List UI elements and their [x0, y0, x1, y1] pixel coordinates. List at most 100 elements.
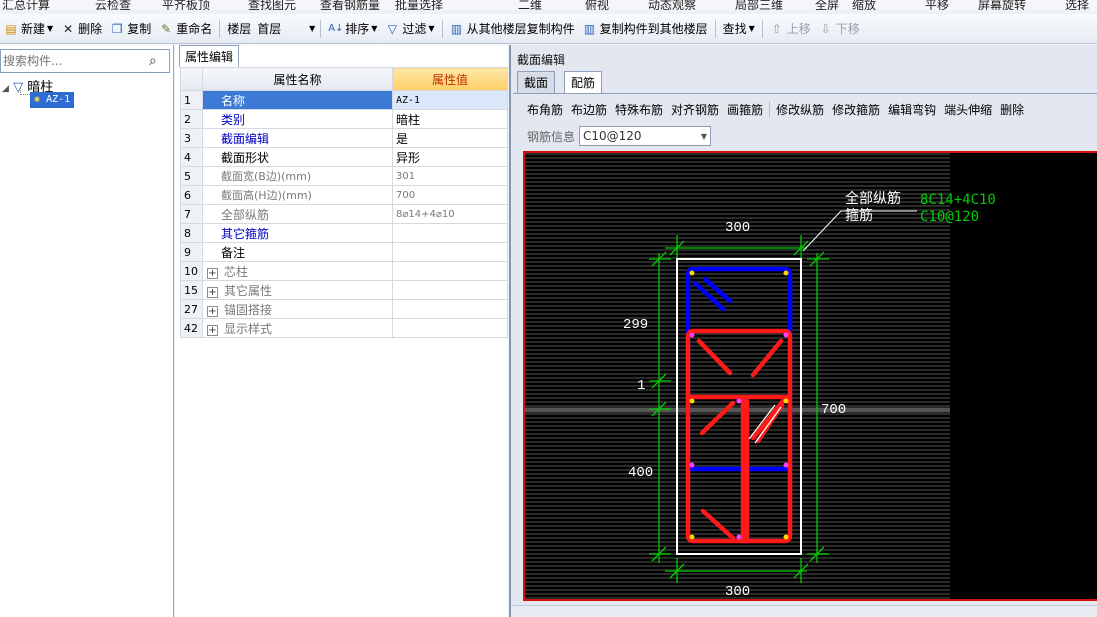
- property-value-input[interactable]: [392, 318, 508, 338]
- tab-rebar[interactable]: 配筋: [564, 71, 603, 93]
- local-3d-button[interactable]: 局部三维: [735, 0, 783, 10]
- modify-long-rebar-button[interactable]: 修改纵筋: [772, 101, 828, 118]
- sort-button[interactable]: A↓ 排序 ▼: [324, 18, 381, 40]
- arrow-down-icon: ⇩: [820, 21, 831, 36]
- batch-select-button[interactable]: 批量选择: [395, 0, 443, 10]
- rotate-button[interactable]: 屏幕旋转: [978, 0, 1026, 10]
- property-group[interactable]: + 显示样式: [202, 318, 393, 338]
- property-group[interactable]: + 芯柱: [202, 261, 393, 281]
- cloud-check-button[interactable]: 云检查: [95, 0, 131, 10]
- table-row[interactable]: 15 + 其它属性: [180, 280, 508, 300]
- edge-rebar-button[interactable]: 布边筋: [567, 101, 611, 118]
- orbit-button[interactable]: 动态观察: [648, 0, 696, 10]
- chevron-down-icon: ▼: [47, 24, 54, 33]
- property-value-input[interactable]: 暗柱: [392, 109, 508, 129]
- table-row[interactable]: 10 + 芯柱: [180, 261, 508, 281]
- chevron-down-icon: ▼: [748, 24, 755, 33]
- end-stretch-button[interactable]: 端头伸缩: [940, 101, 996, 118]
- table-row[interactable]: 8 其它箍筋: [180, 223, 508, 243]
- tab-property-edit[interactable]: 属性编辑: [179, 45, 240, 67]
- expand-icon[interactable]: +: [207, 305, 218, 317]
- expand-icon[interactable]: +: [207, 267, 218, 279]
- delete-button[interactable]: ✕ 删除: [57, 18, 106, 40]
- rename-button[interactable]: ✎ 重命名: [155, 18, 216, 40]
- collapse-icon[interactable]: ◢: [2, 84, 9, 94]
- property-group[interactable]: + 锚固搭接: [202, 299, 393, 319]
- expand-icon[interactable]: +: [207, 286, 218, 298]
- property-name: 截面形状: [202, 147, 393, 167]
- move-down-button[interactable]: ⇩ 下移: [815, 18, 864, 40]
- copy-to-floor-button[interactable]: ▥ 复制构件到其他楼层: [579, 18, 712, 40]
- rebar-info-select[interactable]: C10@120 ▼: [579, 126, 712, 146]
- property-group[interactable]: + 其它属性: [202, 280, 393, 300]
- zoom-button[interactable]: 缩放: [852, 0, 876, 10]
- select-button[interactable]: 选择: [1065, 0, 1089, 10]
- table-row[interactable]: 2 类别 暗柱: [180, 109, 508, 129]
- table-row[interactable]: 7 全部纵筋 8⌀14+4⌀10: [180, 204, 508, 224]
- property-value-input[interactable]: [392, 299, 508, 319]
- panel-title: 截面编辑: [517, 53, 566, 67]
- find-element-button[interactable]: 查找图元: [248, 0, 296, 10]
- copy-icon: ❐: [111, 21, 123, 36]
- column-header-name: 属性名称: [202, 67, 393, 91]
- property-value-input[interactable]: 是: [392, 128, 508, 148]
- property-value-input[interactable]: 8⌀14+4⌀10: [392, 204, 508, 224]
- draw-stirrup-button[interactable]: 画箍筋: [723, 101, 767, 118]
- edit-hook-button[interactable]: 编辑弯钩: [884, 101, 940, 118]
- floor-label: 楼层: [227, 22, 252, 36]
- chevron-down-icon: ▼: [309, 24, 316, 33]
- table-row[interactable]: 42 + 显示样式: [180, 318, 508, 338]
- property-value-input[interactable]: 700: [392, 185, 508, 205]
- corner-rebar-button[interactable]: 布角筋: [523, 101, 567, 118]
- search-icon[interactable]: ⌕: [149, 53, 165, 69]
- tab-divider: [513, 93, 1097, 94]
- view-rebar-button[interactable]: 查看钢筋量: [320, 0, 380, 10]
- table-row[interactable]: 6 截面高(H边)(mm) 700: [180, 185, 508, 205]
- section-canvas[interactable]: 300 300 299 1 400 700 全部纵筋 箍筋 8C14+4C10 …: [523, 151, 1097, 601]
- table-row[interactable]: 27 + 锚固搭接: [180, 299, 508, 319]
- property-value-input[interactable]: 301: [392, 166, 508, 186]
- find-button[interactable]: 查找 ▼: [719, 18, 759, 40]
- align-rebar-button[interactable]: 对齐钢筋: [667, 101, 723, 118]
- copy-button[interactable]: ❐ 复制: [106, 18, 155, 40]
- tab-section[interactable]: 截面: [517, 71, 556, 93]
- pan-button[interactable]: 平移: [925, 0, 949, 10]
- move-up-button[interactable]: ⇧ 上移: [766, 18, 815, 40]
- copy-to-floor-icon: ▥: [583, 21, 596, 36]
- modify-stirrup-button[interactable]: 修改箍筋: [828, 101, 884, 118]
- property-value-input[interactable]: AZ-1: [392, 90, 508, 110]
- tree-item-az1[interactable]: ✱ AZ-1: [30, 92, 75, 108]
- separator: [714, 19, 716, 38]
- sort-icon: A↓: [328, 22, 344, 34]
- summary-calc-button[interactable]: 汇总计算: [2, 0, 50, 10]
- search-input[interactable]: [1, 50, 141, 72]
- align-slab-top-button[interactable]: 平齐板顶: [162, 0, 210, 10]
- new-button[interactable]: ▤ 新建 ▼: [0, 18, 57, 40]
- top-view-button[interactable]: 俯视: [585, 0, 609, 10]
- floor-select[interactable]: 首层 ▼: [255, 19, 317, 39]
- section-drawing[interactable]: 300 300 299 1 400 700 全部纵筋 箍筋 8C14+4C10 …: [525, 153, 1097, 601]
- property-value-input[interactable]: [392, 223, 508, 243]
- expand-icon[interactable]: +: [207, 324, 218, 336]
- table-row[interactable]: 1 名称 AZ-1: [180, 90, 508, 110]
- delete-button[interactable]: 删除: [996, 101, 1028, 118]
- copy-from-floor-button[interactable]: ▥ 从其他楼层复制构件: [446, 18, 579, 40]
- property-value-input[interactable]: 异形: [392, 147, 508, 167]
- fullscreen-button[interactable]: 全屏: [815, 0, 839, 10]
- table-row[interactable]: 5 截面宽(B边)(mm) 301: [180, 166, 508, 186]
- arrow-up-icon: ⇧: [771, 21, 782, 36]
- 2d-view-button[interactable]: 二维: [518, 0, 542, 10]
- special-rebar-button[interactable]: 特殊布筋: [611, 101, 667, 118]
- horizontal-scrollbar[interactable]: [511, 605, 1097, 617]
- property-value-input[interactable]: [392, 261, 508, 281]
- table-row[interactable]: 9 备注: [180, 242, 508, 262]
- table-row[interactable]: 4 截面形状 异形: [180, 147, 508, 167]
- copy-from-floor-icon: ▥: [450, 21, 463, 36]
- property-value-input[interactable]: [392, 280, 508, 300]
- property-value-input[interactable]: [392, 242, 508, 262]
- filter-button[interactable]: ▽ 过滤 ▼: [381, 18, 438, 40]
- table-row[interactable]: 3 截面编辑 是: [180, 128, 508, 148]
- rebar-toolbar: 布角筋 布边筋 特殊布筋 对齐钢筋 画箍筋 修改纵筋 修改箍筋 编辑弯钩 端头伸…: [523, 99, 1028, 119]
- property-name: 类别: [202, 109, 393, 129]
- callout-values: 8C14+4C10 C10@120: [920, 192, 996, 225]
